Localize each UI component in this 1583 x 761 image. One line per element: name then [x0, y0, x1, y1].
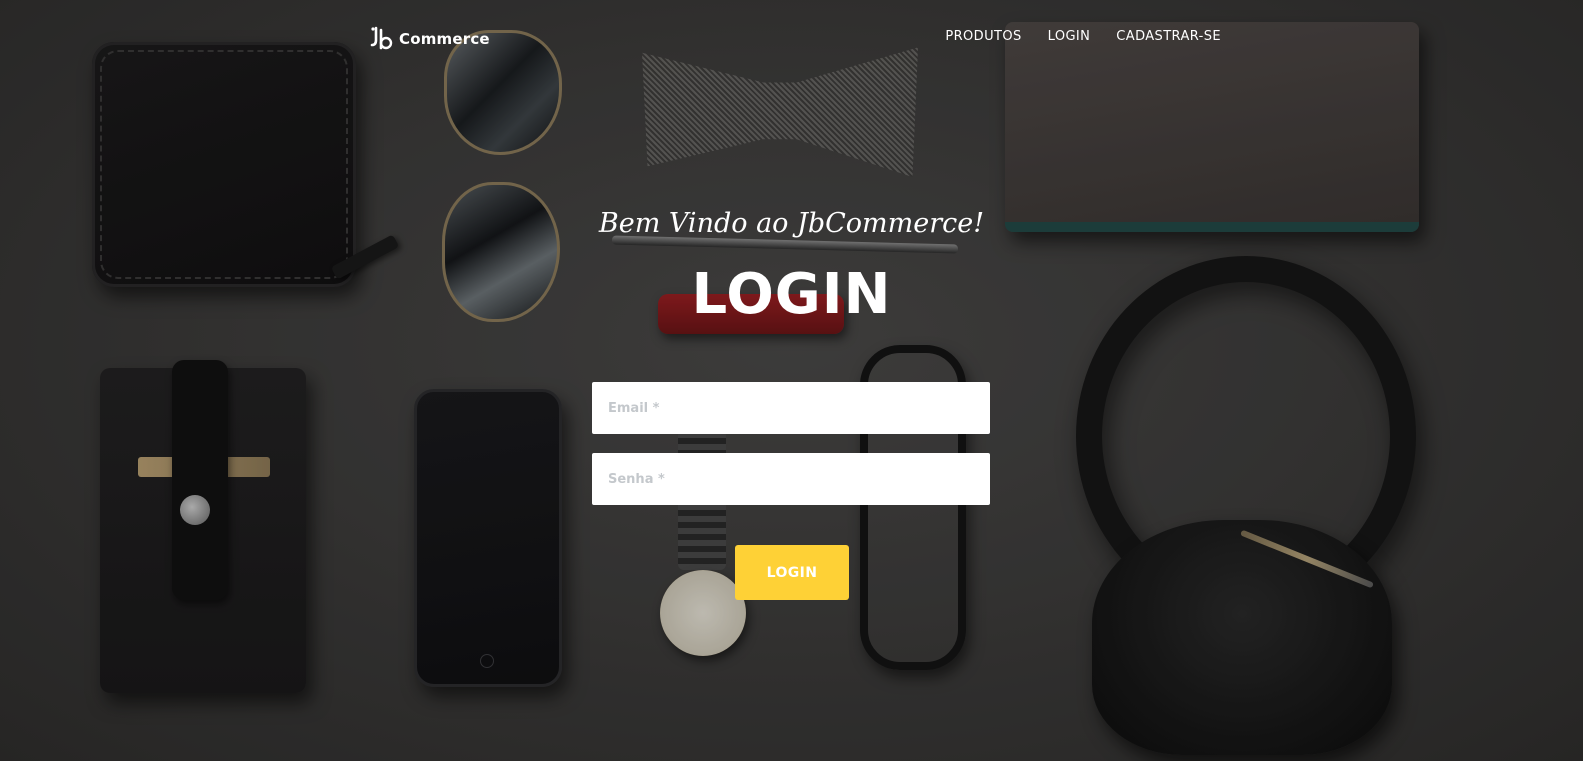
brand-link[interactable]: Commerce — [370, 26, 490, 52]
login-form — [592, 382, 990, 505]
dark-overlay — [0, 0, 1583, 761]
login-button[interactable]: LOGIN — [735, 545, 849, 600]
nav-link-produtos[interactable]: PRODUTOS — [945, 29, 1021, 44]
welcome-heading: Bem Vindo ao JbCommerce! — [598, 208, 985, 239]
nav-link-login[interactable]: LOGIN — [1048, 29, 1091, 44]
page-title: LOGIN — [691, 262, 892, 327]
password-field[interactable] — [592, 453, 990, 505]
nav-menu: PRODUTOS LOGIN CADASTRAR-SE — [945, 29, 1221, 44]
nav-link-cadastrar[interactable]: CADASTRAR-SE — [1116, 29, 1221, 44]
brand-name: Commerce — [399, 30, 490, 48]
navbar: Commerce PRODUTOS LOGIN CADASTRAR-SE — [0, 0, 1583, 80]
email-field[interactable] — [592, 382, 990, 434]
hero-background — [0, 0, 1583, 761]
jb-logo-icon — [370, 26, 393, 50]
